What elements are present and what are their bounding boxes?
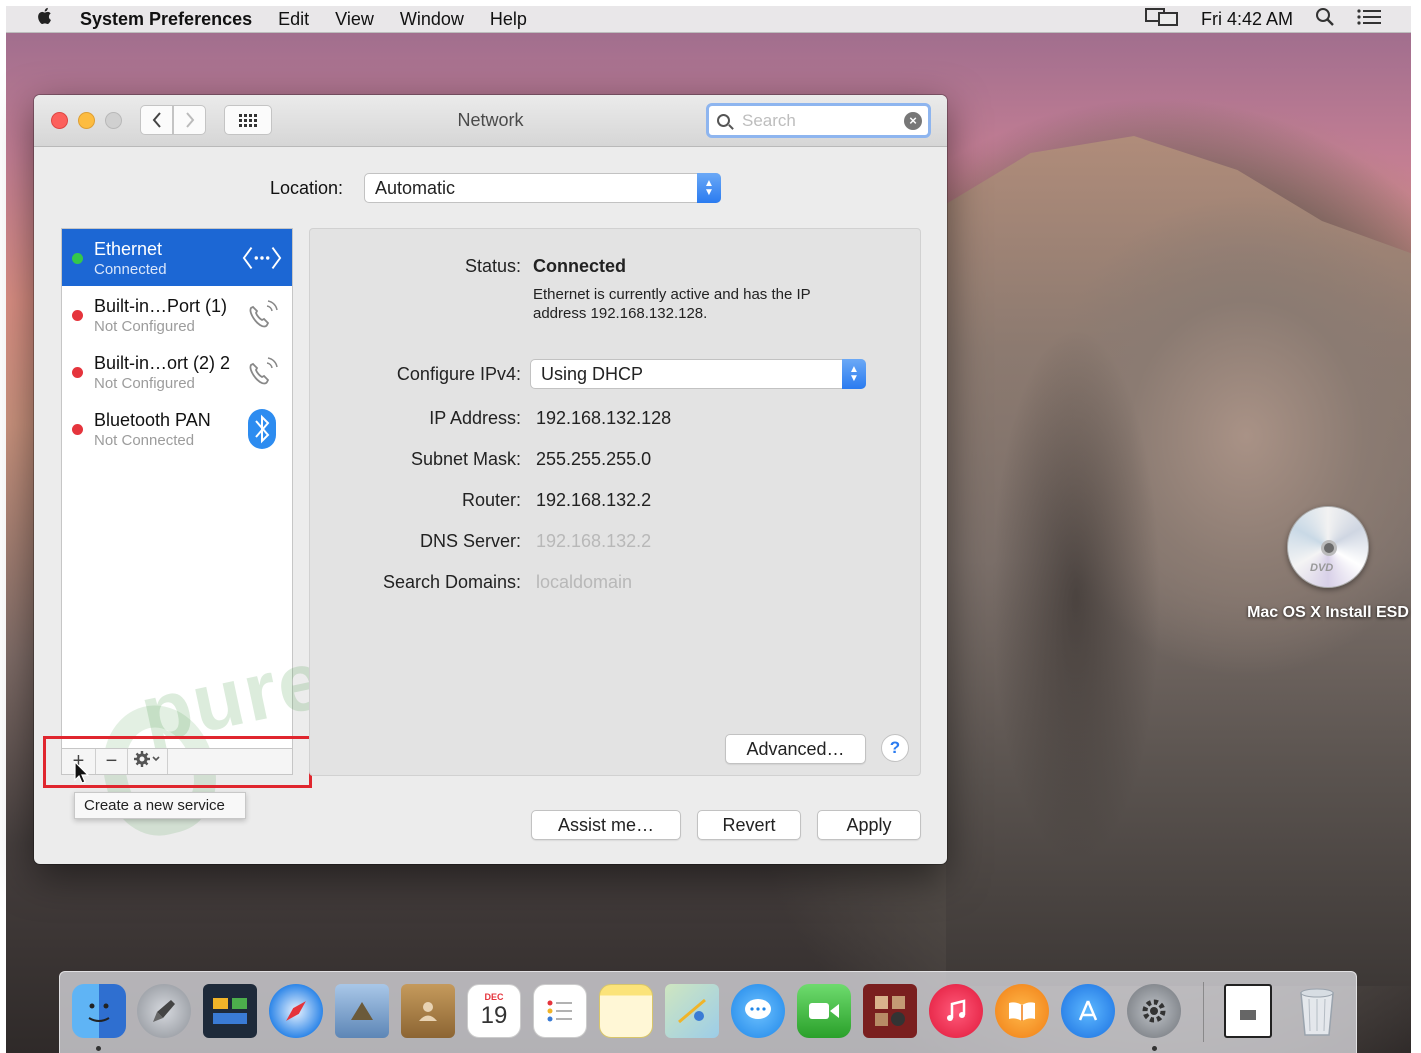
status-label: Status:: [464, 256, 521, 276]
status-dot: [72, 253, 83, 264]
reminders-icon[interactable]: [533, 984, 587, 1038]
service-status: Not Configured: [94, 375, 195, 392]
network-preferences-window: Network × Location: Automatic ▲▼ Etherne…: [34, 95, 947, 864]
apple-icon[interactable]: [28, 6, 62, 32]
subnet-mask-value: 255.255.255.0: [536, 449, 652, 469]
service-details-panel: Status: Connected Ethernet is currently …: [309, 228, 921, 776]
trash-icon[interactable]: [1290, 984, 1344, 1038]
popup-arrows-icon: ▲ ▼: [842, 359, 866, 389]
service-status: Connected: [94, 261, 167, 278]
service-name: Ethernet: [94, 239, 163, 259]
service-ethernet[interactable]: Ethernet Connected: [62, 229, 292, 286]
search-icon: [717, 114, 730, 127]
service-name: Built-in…ort (2) 2: [94, 353, 231, 373]
location-value: Automatic: [375, 178, 456, 198]
search-domains-label: Search Domains:: [382, 572, 521, 592]
maps-icon[interactable]: [665, 984, 719, 1038]
contacts-icon[interactable]: [401, 984, 455, 1038]
dvd-label[interactable]: Mac OS X Install ESD: [1245, 602, 1411, 624]
service-builtin-port-1[interactable]: Built-in…Port (1) Not Configured: [62, 286, 292, 343]
dvd-disc-icon[interactable]: DVD: [1287, 506, 1369, 588]
dock-separator: [1203, 982, 1204, 1042]
ip-address-label: IP Address:: [429, 408, 521, 428]
calendar-day: 19: [480, 1002, 508, 1029]
menubar-clock[interactable]: Fri 4:42 AM: [1201, 9, 1293, 30]
notification-center-icon[interactable]: [1357, 8, 1381, 31]
ethernet-arrows-icon: [242, 239, 282, 277]
router-value: 192.168.132.2: [536, 490, 652, 510]
service-bluetooth-pan[interactable]: Bluetooth PAN Not Connected: [62, 400, 292, 457]
configure-ipv4-select[interactable]: Using DHCP ▲ ▼: [530, 359, 866, 389]
spotlight-icon[interactable]: [1315, 7, 1335, 32]
document-icon[interactable]: [1224, 984, 1272, 1038]
safari-icon[interactable]: [269, 984, 323, 1038]
ip-address-value: 192.168.132.128: [536, 408, 672, 428]
status-dot: [72, 367, 83, 378]
ibooks-icon[interactable]: [995, 984, 1049, 1038]
app-store-icon[interactable]: [1061, 984, 1115, 1038]
service-name: Built-in…Port (1): [94, 296, 228, 316]
window-titlebar[interactable]: Network ×: [34, 95, 947, 147]
system-preferences-icon[interactable]: [1127, 984, 1181, 1038]
phone-icon: [242, 353, 282, 391]
apply-button[interactable]: Apply: [817, 810, 921, 840]
configure-ipv4-label: Configure IPv4:: [396, 364, 521, 384]
router-label: Router:: [461, 490, 521, 510]
phone-icon: [242, 296, 282, 334]
search-input[interactable]: [742, 110, 892, 131]
advanced-button[interactable]: Advanced…: [725, 734, 866, 764]
running-indicator: [96, 1046, 101, 1051]
facetime-icon[interactable]: [797, 984, 851, 1038]
dns-server-value: 192.168.132.2: [536, 531, 652, 551]
menu-view[interactable]: View: [335, 9, 374, 30]
finder-icon[interactable]: [72, 984, 126, 1038]
menu-edit[interactable]: Edit: [278, 9, 309, 30]
configure-ipv4-value: Using DHCP: [541, 364, 644, 384]
menu-help[interactable]: Help: [490, 9, 527, 30]
location-select[interactable]: Automatic ▲ ▼: [364, 173, 721, 203]
mouse-cursor-icon: [74, 760, 90, 790]
notes-icon[interactable]: [599, 984, 653, 1038]
photo-booth-icon[interactable]: [863, 984, 917, 1038]
calendar-month: DEC: [484, 992, 504, 1002]
search-domains-value: localdomain: [536, 572, 633, 592]
status-dot: [72, 310, 83, 321]
status-description: Ethernet is currently active and has the…: [533, 286, 811, 322]
running-indicator: [1152, 1046, 1157, 1051]
status-value: Connected: [533, 256, 627, 276]
clear-search-icon[interactable]: ×: [904, 112, 922, 130]
location-label: Location:: [270, 178, 344, 198]
bluetooth-icon: [242, 409, 282, 449]
itunes-icon[interactable]: [929, 984, 983, 1038]
mission-control-icon[interactable]: [203, 984, 257, 1038]
subnet-mask-label: Subnet Mask:: [410, 449, 521, 469]
status-dot: [72, 424, 83, 435]
popup-arrows-icon: ▲ ▼: [697, 173, 721, 203]
launchpad-icon[interactable]: [137, 984, 191, 1038]
service-list: Ethernet Connected Built-in…Port (1) Not…: [61, 228, 293, 774]
help-button[interactable]: ?: [881, 734, 909, 762]
search-field[interactable]: ×: [706, 103, 931, 138]
service-status: Not Connected: [94, 432, 195, 449]
dns-server-label: DNS Server:: [419, 531, 521, 551]
menu-window[interactable]: Window: [400, 9, 464, 30]
calendar-icon[interactable]: DEC 19: [467, 984, 521, 1038]
assist-me-button[interactable]: Assist me…: [531, 810, 681, 840]
service-status: Not Configured: [94, 318, 195, 335]
menubar-status-area: Fri 4:42 AM: [1144, 6, 1381, 33]
dvd-logo-text: DVD: [1310, 562, 1334, 574]
menu-app-name[interactable]: System Preferences: [80, 9, 252, 30]
menu-bar: System Preferences Edit View Window Help…: [6, 6, 1411, 33]
revert-button[interactable]: Revert: [697, 810, 801, 840]
add-service-tooltip: Create a new service: [74, 792, 246, 819]
display-mirroring-icon[interactable]: [1144, 7, 1179, 32]
preview-icon[interactable]: [335, 984, 389, 1038]
service-builtin-port-2[interactable]: Built-in…ort (2) 2 Not Configured: [62, 343, 292, 400]
service-name: Bluetooth PAN: [94, 410, 211, 430]
dock: DEC 19: [59, 971, 1357, 1053]
messages-icon[interactable]: [731, 984, 785, 1038]
